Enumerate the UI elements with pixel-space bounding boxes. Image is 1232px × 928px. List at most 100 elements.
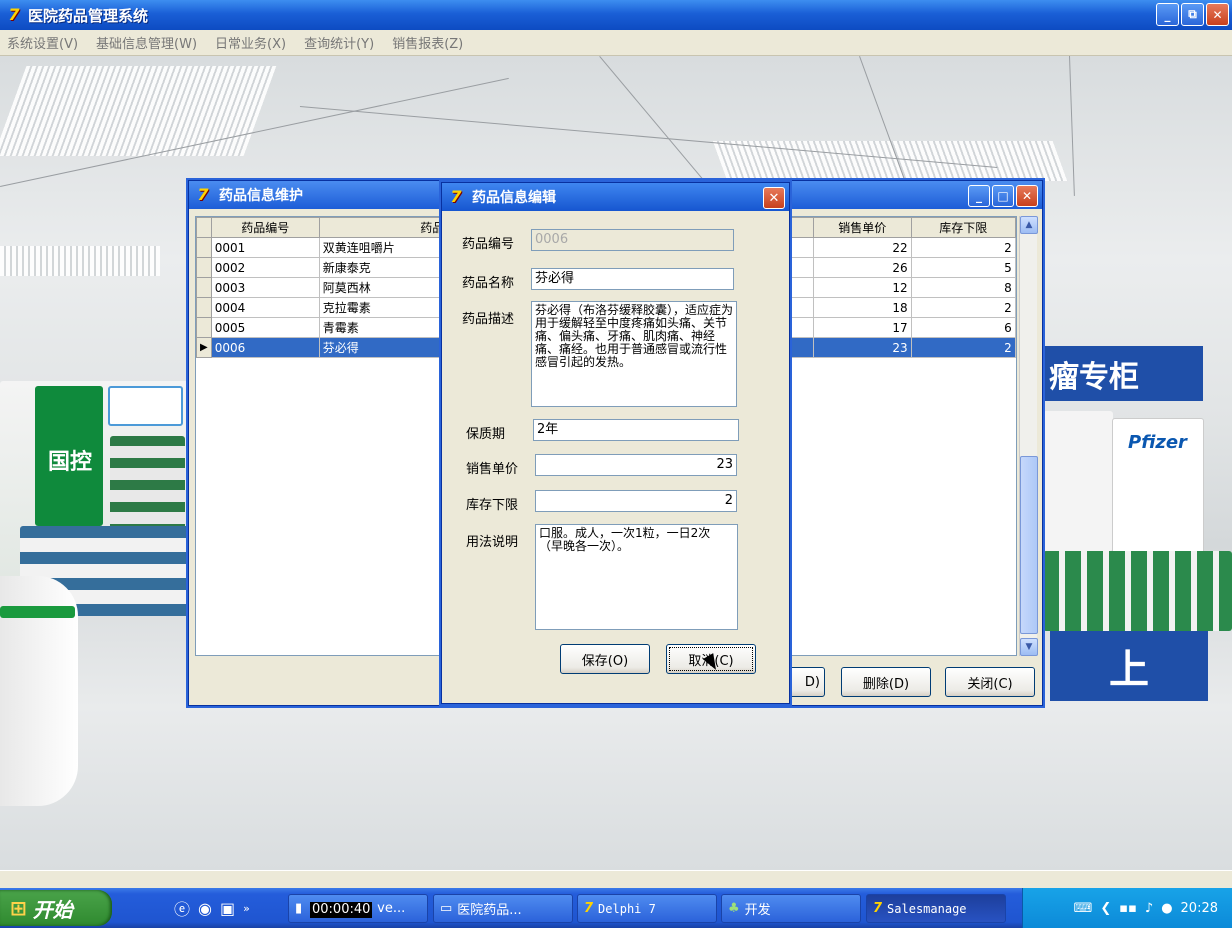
row-indicator — [196, 277, 212, 298]
delete-button[interactable]: 删除(D) — [841, 667, 931, 697]
col-header[interactable]: 销售单价 — [812, 217, 912, 238]
ceiling-light — [0, 66, 277, 156]
delphi-icon: 7 — [584, 901, 594, 916]
task-button[interactable]: ♣ 开发 — [721, 894, 861, 923]
dialog-close-button[interactable]: ✕ — [763, 187, 785, 209]
window-controls: _ ⧉ ✕ — [1156, 3, 1229, 26]
dialog-title: 药品信息编辑 — [472, 190, 556, 206]
minimize-button[interactable]: _ — [1156, 3, 1179, 26]
label-shelf-life: 保质期 — [466, 427, 506, 442]
system-tray: ⌨ ❮ ▪▪ ♪ ● 20:28 — [1022, 888, 1232, 928]
delphi-icon: 7 — [197, 185, 209, 204]
chevron-icon[interactable]: » — [243, 902, 250, 915]
menu-basic-info[interactable]: 基础信息管理(W) — [93, 33, 200, 52]
menu-sales-report[interactable]: 销售报表(Z) — [389, 33, 466, 52]
close-button[interactable]: ✕ — [1016, 185, 1038, 207]
security-icon[interactable]: ● — [1161, 901, 1172, 916]
keyboard-icon[interactable]: ⌨ — [1074, 901, 1093, 916]
cell-min[interactable]: 2 — [910, 297, 1016, 318]
task-button[interactable]: 7 Delphi 7 — [577, 894, 717, 923]
app-title: 医院药品管理系统 — [28, 6, 149, 25]
task-label: Salesmanage — [887, 901, 967, 916]
close-button[interactable]: ✕ — [1206, 3, 1229, 26]
cell-price[interactable]: 17 — [812, 317, 912, 338]
save-button[interactable]: 保存(O) — [560, 644, 650, 674]
drug-desc-memo[interactable]: 芬必得（布洛芬缓释胶囊），适应症为用于缓解轻至中度疼痛如头痛、关节痛、偏头痛、牙… — [531, 301, 737, 407]
drug-edit-dialog: 7 药品信息编辑 ✕ 药品编号 0006 药品名称 芬必得 药品描述 芬必得（布… — [441, 182, 790, 704]
label-drug-code: 药品编号 — [462, 237, 515, 252]
cell-price[interactable]: 26 — [812, 257, 912, 278]
maximize-button[interactable]: □ — [992, 185, 1014, 207]
window-title: 药品信息维护 — [219, 188, 303, 204]
task-button[interactable]: ▭ 医院药品... — [433, 894, 573, 923]
label-usage: 用法说明 — [466, 535, 519, 550]
windows-flag-icon: ⊞ — [10, 896, 27, 920]
cell-id[interactable]: 0005 — [210, 317, 320, 338]
start-button[interactable]: ⊞ 开始 — [0, 890, 112, 926]
ie-icon[interactable]: ⓔ — [174, 896, 190, 920]
cell-price[interactable]: 18 — [812, 297, 912, 318]
row-indicator — [196, 317, 212, 338]
cell-id[interactable]: 0006 — [210, 337, 320, 358]
network-icon[interactable]: ▪▪ — [1119, 901, 1137, 916]
scroll-down-button[interactable]: ▼ — [1020, 638, 1038, 656]
plant-icon: ♣ — [728, 901, 740, 916]
clock[interactable]: 20:28 — [1181, 901, 1218, 916]
task-icon: ▮ — [295, 901, 303, 916]
cell-min[interactable]: 2 — [910, 337, 1016, 358]
row-indicator-header — [196, 217, 212, 238]
cell-id[interactable]: 0002 — [210, 257, 320, 278]
min-stock-field[interactable]: 2 — [535, 490, 737, 512]
delphi-icon: 7 — [873, 901, 883, 916]
scroll-up-button[interactable]: ▲ — [1020, 216, 1038, 234]
col-header[interactable]: 库存下限 — [910, 217, 1016, 238]
label-min-stock: 库存下限 — [466, 498, 519, 513]
restore-button[interactable]: ⧉ — [1181, 3, 1204, 26]
cell-price[interactable]: 12 — [812, 277, 912, 298]
label-drug-name: 药品名称 — [462, 276, 515, 291]
medicine-shelf — [1043, 551, 1232, 631]
cell-price[interactable]: 22 — [812, 237, 912, 258]
partial-button[interactable]: D) — [787, 667, 825, 697]
recording-timer: 00:00:40 — [310, 902, 373, 918]
quick-launch: ⓔ ◉ ▣ » — [174, 896, 250, 920]
drug-name-field[interactable]: 芬必得 — [531, 268, 734, 290]
menu-query-stats[interactable]: 查询统计(Y) — [301, 33, 377, 52]
usage-memo[interactable]: 口服。成人，一次1粒，一日2次（早晚各一次）。 — [535, 524, 738, 630]
row-indicator — [196, 237, 212, 258]
cell-id[interactable]: 0001 — [210, 237, 320, 258]
current-row-indicator: ▶ — [196, 337, 212, 358]
drug-edit-titlebar: 7 药品信息编辑 ✕ — [442, 183, 789, 211]
drug-code-field[interactable]: 0006 — [531, 229, 734, 251]
cell-min[interactable]: 8 — [910, 277, 1016, 298]
vertical-scrollbar[interactable]: ▲ ▼ — [1019, 216, 1038, 656]
menu-daily-business[interactable]: 日常业务(X) — [212, 33, 289, 52]
cell-min[interactable]: 5 — [910, 257, 1016, 278]
arrow-icon[interactable]: ❮ — [1100, 901, 1111, 916]
sale-price-field[interactable]: 23 — [535, 454, 737, 476]
desktop-icon[interactable]: ▣ — [220, 899, 235, 918]
row-indicator — [196, 257, 212, 278]
ceiling-light — [0, 246, 160, 276]
window-controls: _ □ ✕ — [968, 185, 1038, 207]
guokong-text: 国控 — [48, 450, 93, 475]
sign-box — [108, 386, 183, 426]
cell-min[interactable]: 2 — [910, 237, 1016, 258]
media-icon[interactable]: ◉ — [198, 899, 212, 918]
cell-min[interactable]: 6 — [910, 317, 1016, 338]
scroll-thumb[interactable] — [1020, 456, 1038, 634]
menu-system-settings[interactable]: 系统设置(V) — [4, 33, 81, 52]
col-header[interactable]: 药品编号 — [210, 217, 320, 238]
task-label: 开发 — [744, 903, 771, 918]
close-window-button[interactable]: 关闭(C) — [945, 667, 1035, 697]
volume-icon[interactable]: ♪ — [1145, 901, 1153, 916]
task-button-active[interactable]: 7 Salesmanage — [866, 894, 1006, 923]
folder-icon: ▭ — [440, 901, 453, 916]
display-band — [0, 606, 75, 618]
minimize-button[interactable]: _ — [968, 185, 990, 207]
cell-id[interactable]: 0003 — [210, 277, 320, 298]
task-label: ve... — [377, 901, 406, 916]
cell-price[interactable]: 23 — [812, 337, 912, 358]
shelf-life-field[interactable]: 2年 — [533, 419, 739, 441]
cell-id[interactable]: 0004 — [210, 297, 320, 318]
